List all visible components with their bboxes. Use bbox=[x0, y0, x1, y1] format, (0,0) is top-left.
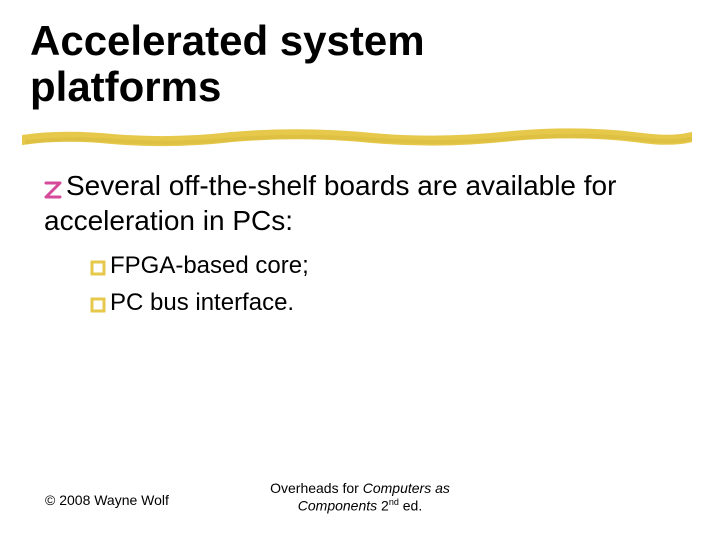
bullet-sub-2-text: PC bus interface. bbox=[110, 289, 294, 316]
footer-line2: Components 2nd ed. bbox=[0, 497, 720, 514]
bullet-main-text: Several off-the-shelf boards are availab… bbox=[44, 170, 616, 236]
bullet-main: Several off-the-shelf boards are availab… bbox=[44, 168, 680, 238]
title-underline bbox=[22, 126, 692, 148]
y-bullet-icon bbox=[90, 253, 110, 284]
bullet-sub-1-text: FPGA-based core; bbox=[110, 252, 309, 279]
z-bullet-icon bbox=[44, 172, 66, 207]
bullet-sub-2: PC bus interface. bbox=[90, 287, 680, 318]
footer-center: Overheads for Computers asComponents 2nd… bbox=[0, 480, 720, 514]
y-bullet-icon bbox=[90, 290, 110, 321]
bullet-sub-1: FPGA-based core; bbox=[90, 250, 680, 281]
slide-title: Accelerated system platforms bbox=[30, 18, 425, 110]
footer-line1: Overheads for Computers as bbox=[0, 480, 720, 497]
